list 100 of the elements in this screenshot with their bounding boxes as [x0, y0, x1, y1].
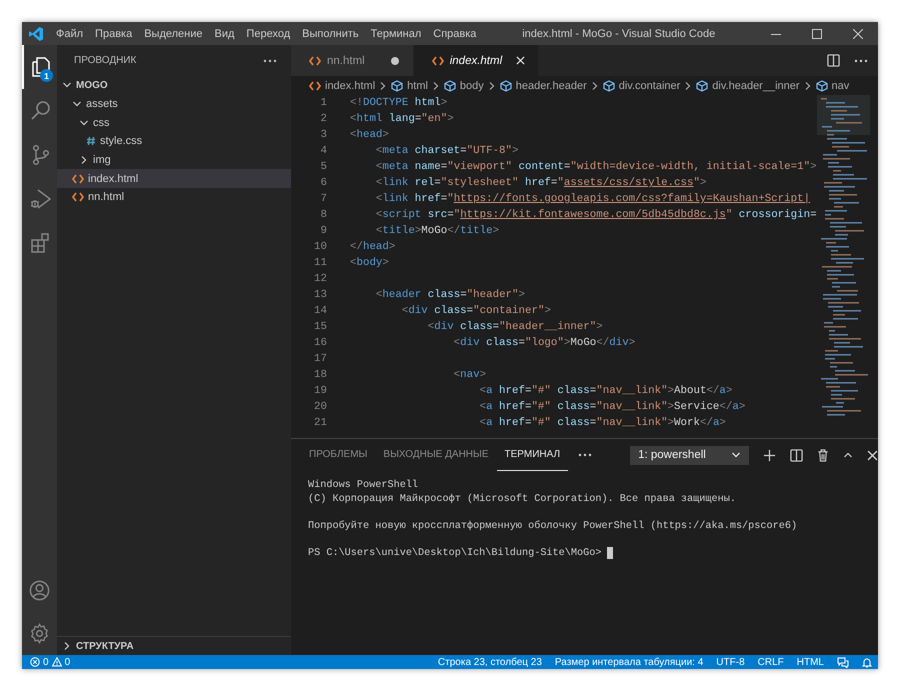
tree-item[interactable]: index.html: [57, 169, 291, 188]
chevron-icon: [486, 80, 497, 90]
line-number: 5: [320, 161, 327, 173]
menu-item[interactable]: Терминал: [364, 28, 428, 40]
menu-item[interactable]: Файл: [50, 28, 90, 40]
more-icon[interactable]: [854, 58, 868, 62]
code-line: <!DOCTYPE html>: [350, 97, 448, 109]
line-number: 18: [313, 369, 327, 381]
breadcrumb-item[interactable]: div.container: [602, 80, 680, 92]
tree-item[interactable]: nn.html: [57, 188, 291, 207]
bell-icon[interactable]: [862, 656, 872, 668]
menu-item[interactable]: Выделение: [138, 28, 209, 40]
feedback-icon[interactable]: [837, 656, 849, 668]
terminal-dropdown[interactable]: 1: powershell: [630, 446, 749, 464]
status-item[interactable]: CRLF: [758, 656, 784, 668]
code-line: <script src="https://kit.fontawesome.com/5db45dbd8c.js" crossorigin=: [374, 209, 817, 221]
line-number: 9: [320, 225, 327, 237]
warning-count[interactable]: 0: [64, 656, 70, 668]
code-line: <title>MoGo</title>: [374, 225, 500, 237]
code-line: <meta charset="UTF-8">: [374, 145, 518, 157]
more-icon[interactable]: [578, 453, 592, 457]
code-line: </head>: [350, 241, 396, 253]
terminal-line: Windows PowerShell: [308, 480, 418, 492]
terminal-line: Попробуйте новую кроссплатформенную оболочку PowerShell (https://aka.ms/pscore6): [308, 520, 798, 532]
cube-icon: [696, 80, 708, 92]
line-number: 4: [320, 145, 327, 157]
line-number: 19: [313, 385, 327, 397]
plus-icon[interactable]: [763, 448, 776, 462]
code-line: <meta name="viewport" content="width=device-width, initial-scale=1">: [374, 161, 817, 173]
close-icon[interactable]: [516, 56, 525, 65]
line-number: 20: [313, 401, 327, 413]
status-item[interactable]: UTF-8: [716, 656, 745, 668]
code-line: <header class="header">: [374, 289, 525, 301]
more-icon[interactable]: [263, 58, 277, 62]
editor-tab[interactable]: index.html: [414, 45, 540, 76]
menu-item[interactable]: Вид: [208, 28, 240, 40]
line-number: 3: [320, 129, 327, 141]
html-icon: [72, 192, 84, 202]
menu-item[interactable]: Правка: [89, 28, 138, 40]
tree-item[interactable]: assets: [57, 94, 291, 114]
code-line: <head>: [350, 129, 389, 141]
settings-icon[interactable]: [28, 622, 51, 645]
chevron-icon: [590, 80, 600, 90]
panel-tab[interactable]: ПРОБЛЕМЫ: [301, 439, 376, 471]
close-icon[interactable]: [867, 450, 878, 460]
breadcrumb-item[interactable]: body: [444, 80, 484, 92]
status-item[interactable]: Размер интервала табуляции: 4: [554, 656, 704, 668]
line-number: 21: [313, 417, 327, 429]
line-number: 15: [313, 321, 327, 333]
line-number: 10: [313, 241, 327, 253]
trash-icon[interactable]: [817, 448, 829, 462]
count-badge: 1: [40, 69, 53, 82]
cube-icon: [391, 80, 404, 92]
line-number: 17: [313, 353, 327, 365]
panel-tab[interactable]: ВЫХОДНЫЕ ДАННЫЕ: [375, 439, 497, 471]
menu-item[interactable]: Выполнить: [296, 28, 365, 40]
split-terminal-icon[interactable]: [790, 448, 803, 462]
account-icon[interactable]: [28, 579, 51, 602]
tree-item[interactable]: style.css: [57, 132, 291, 151]
cube-icon: [500, 80, 512, 92]
hash-icon: [86, 136, 96, 146]
split-editor-icon[interactable]: [827, 54, 840, 67]
line-number: 8: [320, 209, 327, 221]
menu-item[interactable]: Переход: [240, 28, 296, 40]
chevron-icon: [731, 450, 741, 460]
code-line: <a href="#" class="nav__link">Service</a>: [478, 401, 746, 413]
line-number: 16: [313, 337, 327, 349]
breadcrumb-item[interactable]: html: [391, 80, 428, 92]
maximize-icon[interactable]: [812, 28, 822, 38]
breadcrumb-item[interactable]: index.html: [309, 80, 376, 92]
breadcrumb-item[interactable]: header.header: [500, 80, 587, 92]
line-number: 14: [313, 305, 327, 317]
line-number: 2: [320, 113, 327, 125]
close-icon[interactable]: [852, 28, 862, 38]
line-number: 6: [320, 177, 327, 189]
error-icon[interactable]: [30, 657, 40, 667]
menu-item[interactable]: Справка: [427, 28, 482, 40]
status-item[interactable]: HTML: [796, 656, 824, 668]
run-debug-icon[interactable]: [28, 187, 52, 211]
panel-title: ПРОВОДНИК: [74, 55, 136, 66]
html-icon: [309, 80, 321, 90]
code-line: <html lang="en">: [350, 113, 454, 125]
tree-item[interactable]: css: [57, 113, 291, 132]
editor-tab[interactable]: nn.html: [291, 45, 414, 76]
breadcrumb-item[interactable]: div.header__inner: [696, 80, 800, 92]
code-line: <link href="https://fonts.googleapis.com/css?family=Kaushan+Script|: [374, 193, 810, 205]
breadcrumb-item[interactable]: nav: [816, 80, 850, 92]
cube-icon: [444, 80, 456, 92]
tree-item[interactable]: img: [57, 150, 291, 170]
panel-tab[interactable]: ТЕРМИНАЛ: [496, 439, 568, 471]
app-logo-icon: [28, 26, 44, 42]
window-title: index.html - MoGo - Visual Studio Code: [521, 28, 716, 40]
line-number: 7: [320, 193, 327, 205]
chevron-up-icon[interactable]: [843, 450, 853, 460]
status-item[interactable]: Строка 23, столбец 23: [438, 656, 542, 668]
cube-icon: [602, 80, 615, 92]
tree-item[interactable]: MOGO: [57, 76, 291, 95]
warning-icon[interactable]: [52, 657, 62, 667]
chevron-icon: [802, 80, 813, 90]
error-count[interactable]: 0: [43, 656, 49, 668]
